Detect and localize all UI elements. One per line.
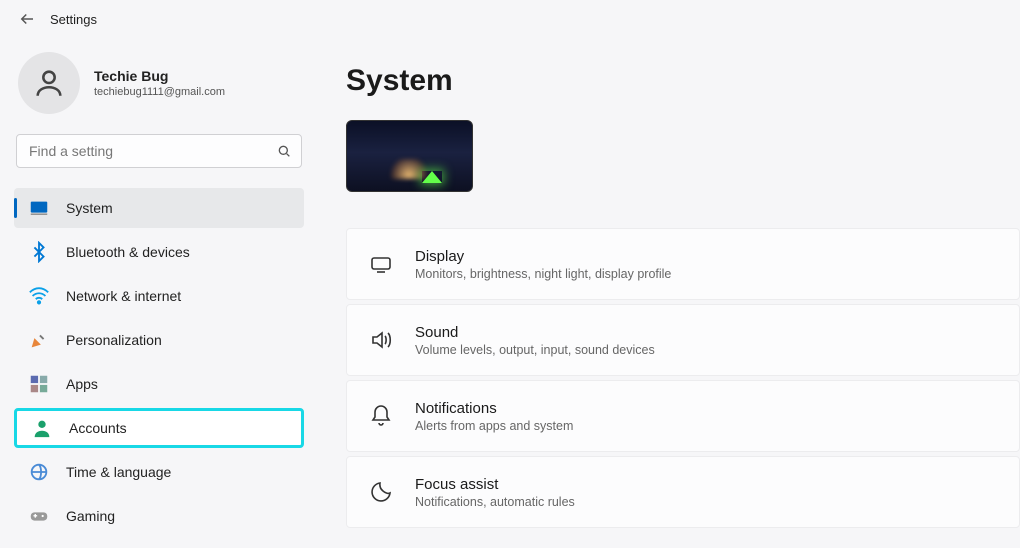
sound-icon [369,328,393,352]
back-arrow-icon[interactable] [18,10,36,28]
profile-block[interactable]: Techie Bug techiebug1111@gmail.com [18,52,304,114]
row-text: Display Monitors, brightness, night ligh… [415,248,671,281]
row-text: Focus assist Notifications, automatic ru… [415,476,575,509]
row-subtitle: Monitors, brightness, night light, displ… [415,267,671,281]
sidebar-item-bluetooth[interactable]: Bluetooth & devices [14,232,304,272]
title-bar: Settings [0,0,1020,34]
setting-row-display[interactable]: Display Monitors, brightness, night ligh… [346,228,1020,300]
user-name: Techie Bug [94,68,225,84]
search-icon [276,143,292,159]
system-icon [28,197,50,219]
search-input[interactable] [16,134,302,168]
focus-assist-icon [369,480,393,504]
sidebar: Techie Bug techiebug1111@gmail.com Syste… [0,34,318,548]
sidebar-item-accounts[interactable]: Accounts [14,408,304,448]
row-title: Notifications [415,400,573,417]
setting-row-focus-assist[interactable]: Focus assist Notifications, automatic ru… [346,456,1020,528]
row-title: Sound [415,324,655,341]
row-text: Notifications Alerts from apps and syste… [415,400,573,433]
time-language-icon [28,461,50,483]
network-icon [28,285,50,307]
avatar [18,52,80,114]
sidebar-item-personalization[interactable]: Personalization [14,320,304,360]
row-text: Sound Volume levels, output, input, soun… [415,324,655,357]
sidebar-item-label: System [66,200,113,216]
wallpaper-tent [422,171,442,183]
sidebar-item-label: Network & internet [66,288,181,304]
row-subtitle: Volume levels, output, input, sound devi… [415,343,655,357]
nav-list: System Bluetooth & devices Network & int… [14,188,304,536]
sidebar-item-apps[interactable]: Apps [14,364,304,404]
main-area: System Display Monitors, brightness, nig… [318,34,1020,548]
sidebar-item-label: Accounts [69,420,127,436]
sidebar-item-label: Personalization [66,332,162,348]
app-title: Settings [50,12,97,27]
sidebar-item-system[interactable]: System [14,188,304,228]
gaming-icon [28,505,50,527]
search-wrap [16,134,302,168]
settings-list: Display Monitors, brightness, night ligh… [346,228,1020,528]
sidebar-item-label: Gaming [66,508,115,524]
row-subtitle: Notifications, automatic rules [415,495,575,509]
bluetooth-icon [28,241,50,263]
sidebar-item-time-language[interactable]: Time & language [14,452,304,492]
setting-row-notifications[interactable]: Notifications Alerts from apps and syste… [346,380,1020,452]
row-subtitle: Alerts from apps and system [415,419,573,433]
sidebar-item-label: Time & language [66,464,171,480]
row-title: Display [415,248,671,265]
row-title: Focus assist [415,476,575,493]
sidebar-item-gaming[interactable]: Gaming [14,496,304,536]
sidebar-item-network[interactable]: Network & internet [14,276,304,316]
setting-row-sound[interactable]: Sound Volume levels, output, input, soun… [346,304,1020,376]
sidebar-item-label: Bluetooth & devices [66,244,190,260]
display-icon [369,252,393,276]
accounts-icon [31,417,53,439]
profile-text: Techie Bug techiebug1111@gmail.com [94,68,225,98]
sidebar-item-label: Apps [66,376,98,392]
desktop-preview-thumbnail[interactable] [346,120,473,192]
layout: Techie Bug techiebug1111@gmail.com Syste… [0,34,1020,548]
user-email: techiebug1111@gmail.com [94,86,225,98]
page-title: System [346,64,1020,98]
personalization-icon [28,329,50,351]
notifications-icon [369,404,393,428]
apps-icon [28,373,50,395]
